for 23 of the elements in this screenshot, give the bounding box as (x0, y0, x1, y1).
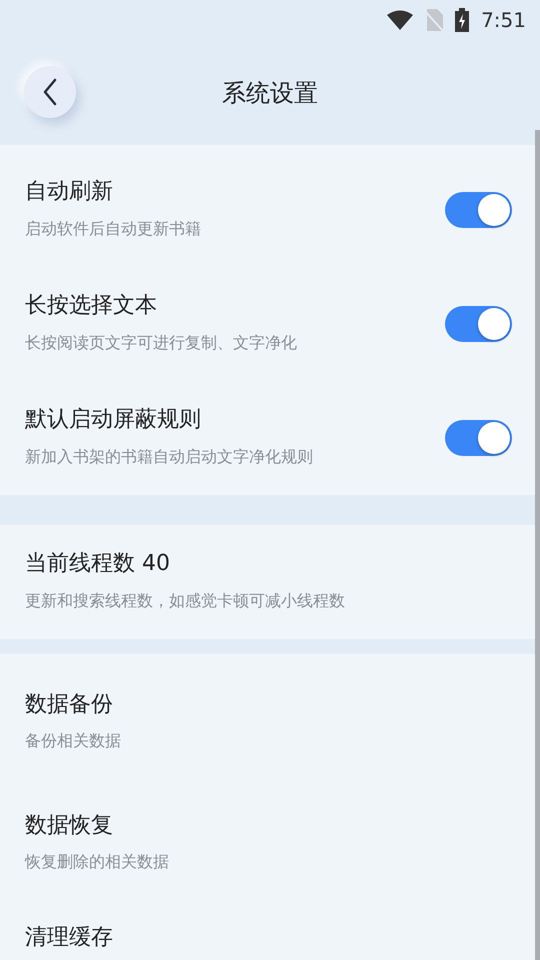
setting-title[interactable]: 清理缓存 (25, 926, 512, 950)
setting-description: 启动软件后自动更新书籍 (25, 218, 202, 240)
scroll-bar[interactable] (535, 130, 540, 960)
wifi-icon (387, 10, 414, 30)
setting-title[interactable]: 当前线程数 40 (25, 552, 512, 577)
battery-charging-icon (455, 8, 470, 32)
setting-title: 自动刷新 (25, 180, 114, 205)
status-time: 7:51 (481, 8, 526, 32)
setting-description: 更新和搜索线程数，如感觉卡顿可减小线程数 (25, 590, 346, 612)
no-sim-icon (425, 9, 444, 31)
setting-description: 新加入书架的书籍自动启动文字净化规则 (25, 446, 314, 468)
page-title: 系统设置 (222, 78, 318, 108)
toggle-switch[interactable] (445, 192, 512, 228)
setting-description: 备份相关数据 (25, 731, 122, 752)
toggle-switch[interactable] (445, 420, 512, 456)
setting-description: 恢复删除的相关数据 (25, 852, 170, 874)
setting-title: 默认启动屏蔽规则 (25, 408, 202, 433)
setting-title: 长按选择文本 (25, 294, 158, 319)
setting-description: 长按阅读页文字可进行复制、文字净化 (25, 332, 298, 354)
setting-title[interactable]: 数据恢复 (25, 814, 512, 838)
toggle-switch[interactable] (445, 306, 512, 342)
back-icon (43, 78, 57, 106)
setting-title[interactable]: 数据备份 (25, 692, 512, 718)
